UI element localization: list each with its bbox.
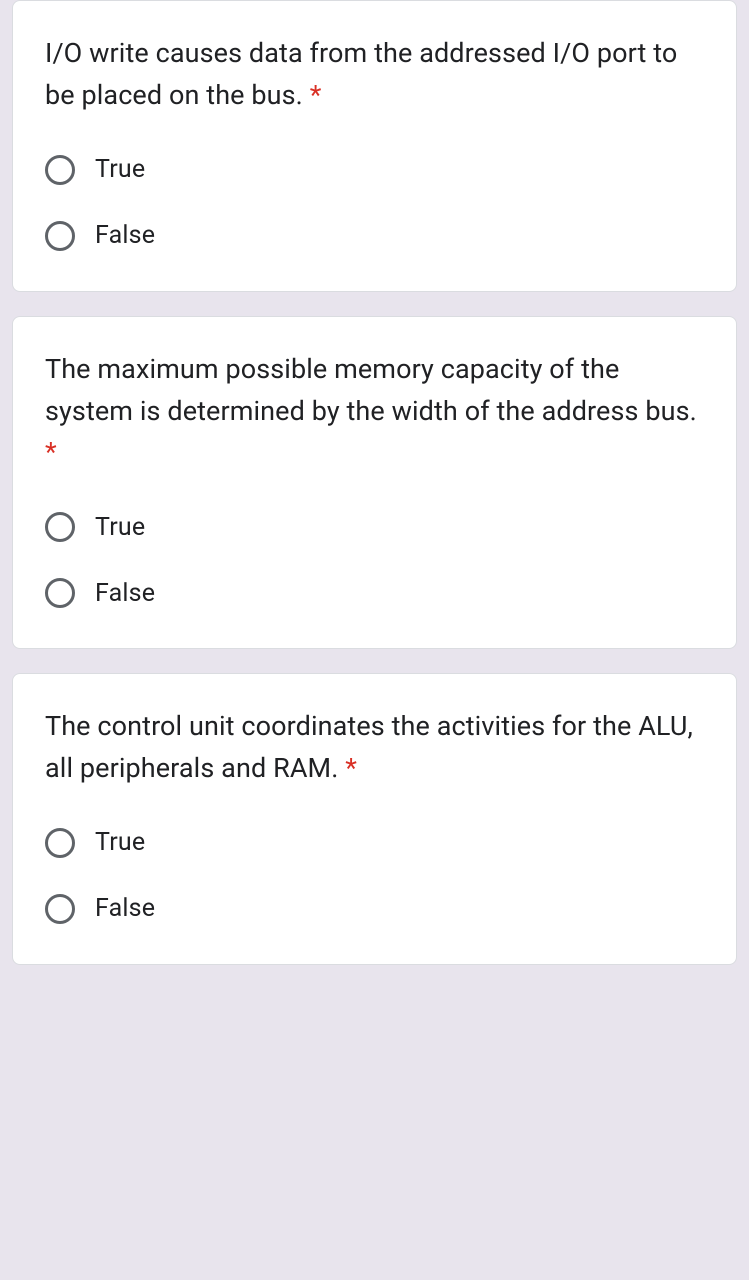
question-text: I/O write causes data from the addressed… (45, 33, 704, 117)
required-indicator: * (45, 436, 57, 468)
radio-icon (45, 894, 75, 924)
question-card: I/O write causes data from the addressed… (12, 0, 737, 292)
radio-icon (45, 155, 75, 185)
option-true[interactable]: True (45, 828, 704, 858)
option-label: False (95, 579, 155, 608)
option-true[interactable]: True (45, 155, 704, 185)
question-text: The maximum possible memory capacity of … (45, 349, 704, 475)
required-indicator: * (310, 79, 322, 111)
option-label: True (95, 513, 145, 542)
option-label: True (95, 155, 145, 184)
options-group: True False (45, 512, 704, 608)
option-label: True (95, 828, 145, 857)
radio-icon (45, 512, 75, 542)
question-card: The maximum possible memory capacity of … (12, 316, 737, 650)
options-group: True False (45, 155, 704, 251)
question-prompt: I/O write causes data from the addressed… (45, 37, 677, 111)
required-indicator: * (345, 752, 357, 784)
question-prompt: The maximum possible memory capacity of … (45, 353, 697, 427)
option-false[interactable]: False (45, 578, 704, 608)
options-group: True False (45, 828, 704, 924)
question-card: The control unit coordinates the activit… (12, 673, 737, 965)
option-label: False (95, 221, 155, 250)
radio-icon (45, 828, 75, 858)
radio-icon (45, 221, 75, 251)
radio-icon (45, 578, 75, 608)
option-false[interactable]: False (45, 221, 704, 251)
option-label: False (95, 894, 155, 923)
option-true[interactable]: True (45, 512, 704, 542)
option-false[interactable]: False (45, 894, 704, 924)
question-prompt: The control unit coordinates the activit… (45, 710, 693, 784)
question-text: The control unit coordinates the activit… (45, 706, 704, 790)
